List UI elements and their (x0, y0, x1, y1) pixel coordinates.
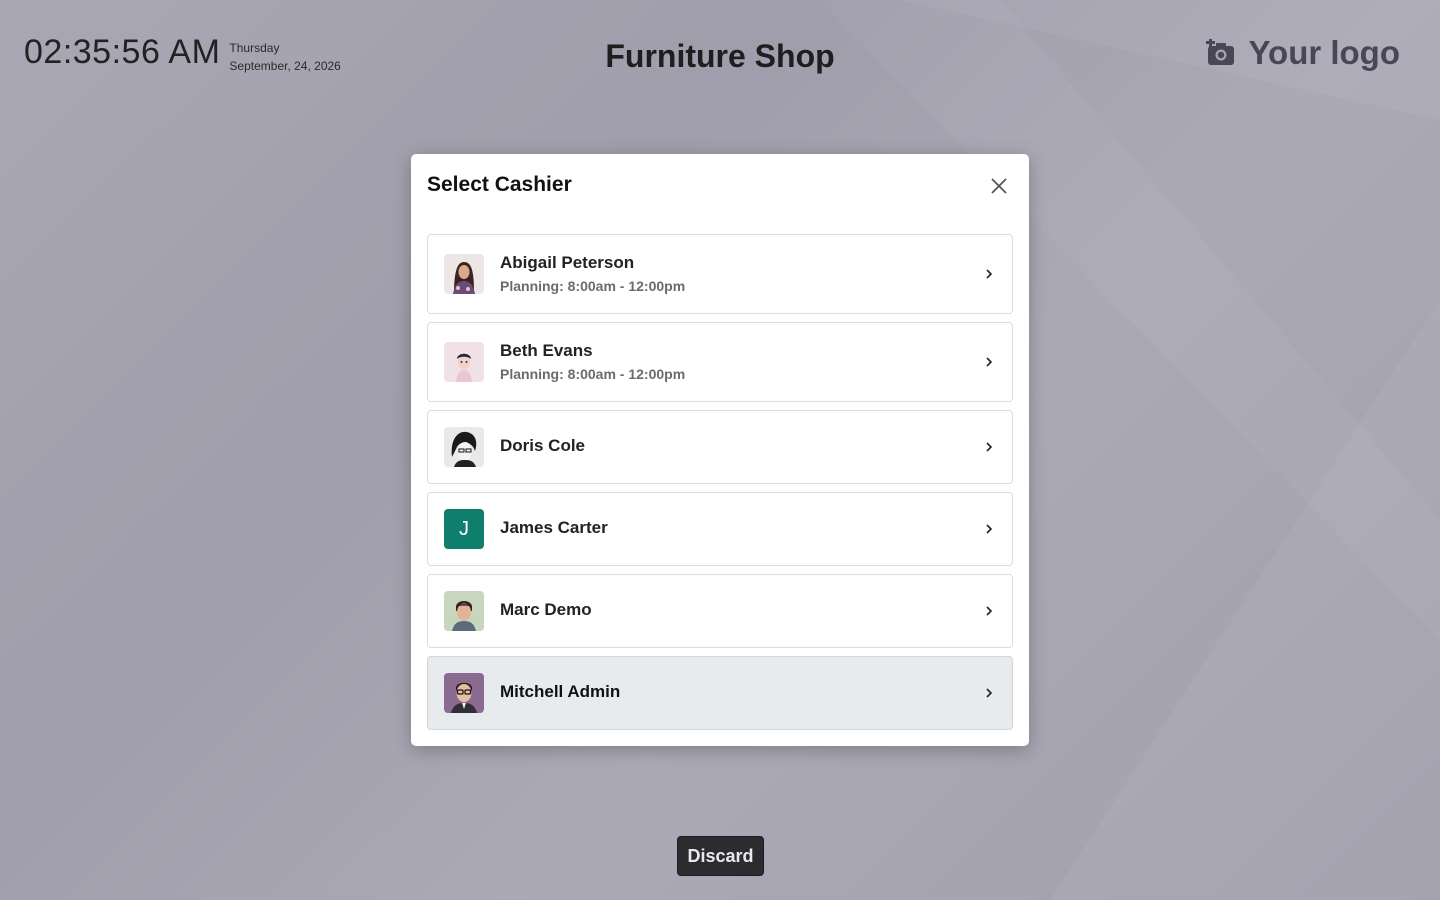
dialog-header: Select Cashier (411, 154, 1029, 224)
avatar (444, 673, 484, 713)
avatar (444, 254, 484, 294)
avatar-initial: J (444, 509, 484, 549)
cashier-row-abigail-peterson[interactable]: Abigail Peterson Planning: 8:00am - 12:0… (427, 234, 1013, 314)
cashier-list: Abigail Peterson Planning: 8:00am - 12:0… (427, 234, 1013, 738)
cashier-row-doris-cole[interactable]: Doris Cole (427, 410, 1013, 484)
avatar (444, 591, 484, 631)
avatar: J (444, 509, 484, 549)
select-cashier-dialog: Select Cashier Abigail Peterson Planning… (411, 154, 1029, 746)
close-icon (991, 178, 1007, 194)
discard-button[interactable]: Discard (677, 836, 764, 876)
chevron-right-icon (986, 524, 993, 534)
cashier-name: Marc Demo (500, 600, 592, 619)
chevron-right-icon (986, 442, 993, 452)
cashier-planning: Planning: 8:00am - 12:00pm (500, 366, 686, 382)
cashier-row-marc-demo[interactable]: Marc Demo (427, 574, 1013, 648)
chevron-right-icon (986, 606, 993, 616)
avatar (444, 427, 484, 467)
chevron-right-icon (986, 688, 993, 698)
chevron-right-icon (986, 269, 993, 279)
avatar (444, 342, 484, 382)
cashier-name: James Carter (500, 518, 608, 537)
add-photo-icon (1206, 39, 1235, 65)
chevron-right-icon (986, 357, 993, 367)
cashier-name: Beth Evans (500, 341, 593, 360)
cashier-planning: Planning: 8:00am - 12:00pm (500, 278, 686, 294)
dialog-title: Select Cashier (427, 173, 572, 196)
logo-text: Your logo (1248, 34, 1400, 71)
cashier-row-james-carter[interactable]: J James Carter (427, 492, 1013, 566)
cashier-name: Doris Cole (500, 436, 586, 455)
cashier-row-mitchell-admin[interactable]: Mitchell Admin (427, 656, 1013, 730)
company-logo: Your logo (1206, 34, 1400, 72)
cashier-name: Abigail Peterson (500, 253, 635, 272)
cashier-row-beth-evans[interactable]: Beth Evans Planning: 8:00am - 12:00pm (427, 322, 1013, 402)
close-button[interactable] (987, 174, 1011, 198)
cashier-name: Mitchell Admin (500, 682, 621, 701)
